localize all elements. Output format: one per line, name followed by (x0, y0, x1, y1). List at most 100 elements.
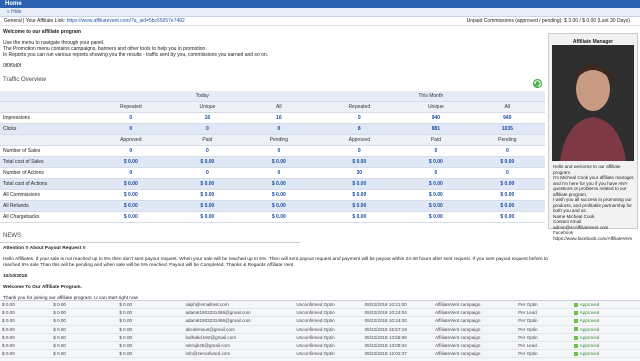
welcome-line: In Reports you can run various reports s… (3, 52, 269, 58)
cell: 09/22/2018 10:21:00 (362, 301, 434, 310)
manager-line: Hello and welcome to our affiliate progr… (553, 164, 621, 175)
cell: $ 0.00 (173, 200, 242, 212)
cell: $ 0.00 (469, 156, 545, 168)
cell: Per Optin (516, 316, 572, 326)
cell: 09/22/2018 15:57:19 (362, 325, 434, 334)
status-badge: Approved (571, 341, 640, 351)
status-text: Approved (579, 351, 600, 357)
cell: AffiliateVent campaign (433, 349, 517, 359)
period-today: Today (88, 91, 317, 102)
cell: AffiliateVent campaign (433, 316, 517, 326)
cell: 0 (241, 145, 317, 157)
info-bar: General | Your Affiliate Link: https://w… (0, 16, 640, 26)
cell: $ 0.00 (51, 333, 118, 342)
cell: $ 0.00 (402, 200, 470, 212)
cell: Unconfirmed Optin (294, 341, 363, 351)
cell: 881 (402, 123, 470, 135)
cell: $ 0.00 (173, 156, 242, 168)
cell: $ 0.00 (173, 189, 242, 201)
cell: Per Optin (516, 333, 572, 342)
news-section: Attention !! About Payout Request !! Hel… (3, 246, 563, 307)
cell: $ 0.00 (173, 178, 242, 190)
status-text: Approved (579, 343, 600, 349)
cell: 1035 (469, 123, 545, 135)
transactions-table: $ 0.00 $ 0.00 $ 0.00 ralph@emailtest.com Unc… (0, 301, 640, 359)
cell: 0 (88, 112, 174, 124)
cell: $ 0.00 (117, 301, 184, 310)
table-row: Number of Sales 0 0 0 0 0 0 (0, 145, 545, 157)
cell: $ 0.00 (316, 178, 403, 190)
cell: Per Optin (516, 301, 572, 310)
affiliate-link[interactable]: https://www.affiliatevent.com/?a_aid=5bc… (67, 18, 185, 24)
cell: 0 (241, 167, 317, 179)
manager-line: I'm Micheal Cook your affiliate manager, (553, 175, 635, 180)
table-row: Total cost of Sales $ 0.00 $ 0.00 $ 0.00… (0, 156, 545, 168)
cell: AffiliateVent campaign (433, 333, 517, 342)
status-badge: Approved (571, 333, 640, 342)
cell: $ 0.00 (402, 156, 470, 168)
hide-link[interactable]: « Hide (7, 9, 21, 15)
cell: $ 0.00 (117, 308, 184, 318)
status-text: Approved (579, 318, 600, 324)
manager-line: I wish you all success in promoting our (553, 197, 632, 202)
cell: Per Optin (516, 349, 572, 359)
cell: $ 0.00 (51, 341, 118, 351)
cell: 0 (88, 167, 174, 179)
table-row: $ 0.00 $ 0.00 $ 0.00 adam61903231486@gmail.… (0, 316, 640, 326)
traffic-col-header: Approved Paid Pending Approved Paid Pend… (0, 134, 545, 146)
manager-portrait-icon (552, 45, 634, 161)
col-header: All (241, 101, 317, 113)
manager-photo (552, 45, 634, 161)
cell: $ 0.00 (51, 316, 118, 326)
transactions-list: $ 0.00 $ 0.00 $ 0.00 ralph@emailtest.com Unc… (0, 300, 640, 361)
col-header: Pending (469, 134, 545, 146)
period-month: This Month (316, 91, 545, 102)
table-row: Total cost of Actions $ 0.00 $ 0.00 $ 0.… (0, 178, 545, 190)
general-info: General | Your Affiliate Link: https://w… (4, 18, 185, 24)
manager-facebook-link[interactable]: https://www.facebook.com/AffiliateVent (553, 236, 635, 242)
cell: $ 0.00 (117, 333, 184, 342)
cell: 0 (469, 167, 545, 179)
row-label: Number of Actions (0, 167, 88, 179)
row-label: Clicks (0, 123, 88, 135)
approved-icon (573, 319, 578, 324)
col-header: Repeated (316, 101, 403, 113)
news-divider (0, 242, 300, 243)
cell: 0 (88, 145, 174, 157)
cell: $ 0.00 (0, 316, 52, 326)
news-item-title: Welcome To Our Affiliate Program. (3, 285, 82, 290)
cell: Per Lead (516, 308, 572, 318)
cell: $ 0.00 (117, 316, 184, 326)
col-header: Repeated (88, 101, 174, 113)
cell: 0 (88, 123, 174, 135)
col-header: Approved (88, 134, 174, 146)
row-label: All Commissions (0, 189, 88, 201)
cell: Per Lead (516, 341, 572, 351)
cell: $ 0.00 (316, 200, 403, 212)
cell: $ 0.00 (241, 211, 317, 223)
row-label: Impressions (0, 112, 88, 124)
cell: 940 (402, 112, 470, 124)
cell: 0 (402, 167, 470, 179)
home-tab[interactable]: Home (5, 1, 22, 7)
approved-icon (573, 352, 578, 356)
cell: $ 0.00 (469, 189, 545, 201)
cell: $ 0.00 (117, 349, 184, 359)
cell: $ 0.00 (0, 333, 52, 342)
cell: $ 0.00 (0, 349, 52, 359)
traffic-table: Today This Month Repeated Unique All Rep… (0, 91, 545, 223)
table-row: $ 0.00 $ 0.00 $ 0.00 info@zeroofword.com Unc… (0, 349, 640, 359)
traffic-overview-title: Traffic Overview (3, 77, 47, 83)
cell: 0 (173, 123, 242, 135)
row-label: All Chargebacks (0, 211, 88, 223)
approved-icon (573, 335, 578, 340)
traffic-period-header: Today This Month (0, 91, 545, 102)
cell: $ 0.00 (88, 156, 174, 168)
refresh-icon[interactable] (532, 78, 543, 89)
traffic-col-header: Repeated Unique All Repeated Unique All (0, 101, 545, 113)
table-row: $ 0.00 $ 0.00 $ 0.00 mitrajb45@gmail.com Unc… (0, 341, 640, 351)
cell: 0 (316, 145, 403, 157)
cell: $ 0.00 (51, 349, 118, 359)
table-row: Impressions 0 16 16 0 940 940 (0, 112, 545, 124)
unpaid-commissions: Unpaid Commissions (approved / pending):… (466, 18, 630, 24)
